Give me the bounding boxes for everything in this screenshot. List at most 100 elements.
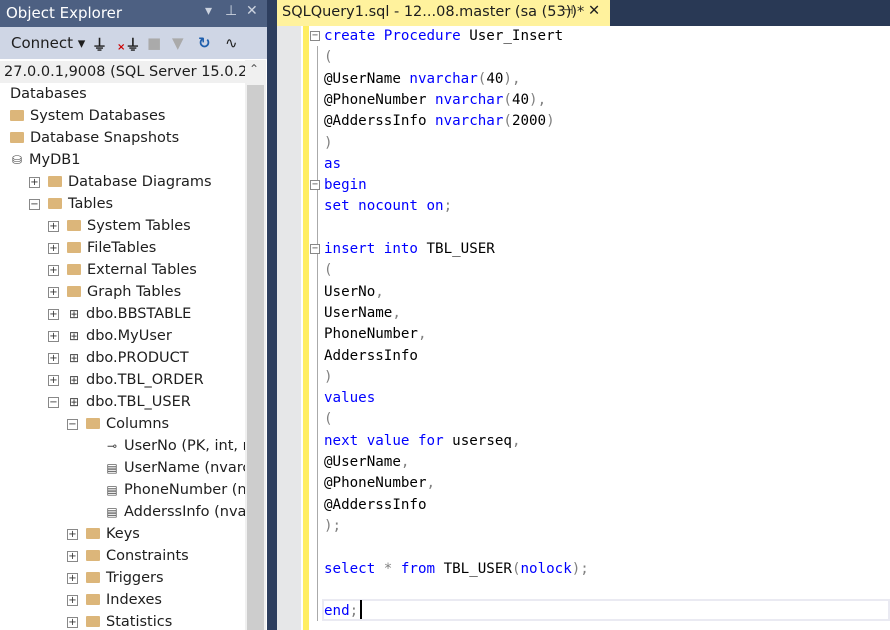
panel-splitter[interactable] [267, 0, 277, 630]
close-tab-icon[interactable]: ✕ [588, 3, 600, 19]
tree-node-label: FileTables [87, 240, 157, 256]
expand-icon[interactable]: + [48, 221, 59, 232]
filter-icon[interactable]: ▼ [172, 34, 184, 52]
expand-icon[interactable]: + [48, 287, 59, 298]
tree-node-label: Tables [68, 196, 114, 212]
tree-node[interactable]: ▤ UserName (nvarchar [105, 457, 245, 479]
tree-node[interactable]: + Statistics [67, 611, 173, 630]
tab-sqlquery1[interactable]: SQLQuery1.sql - 12...08.master (sa (53))… [277, 0, 610, 26]
tree-node[interactable]: + ⊞ dbo.PRODUCT [48, 347, 189, 369]
code-token: select [324, 560, 376, 577]
code-line: set nocount on; [324, 196, 452, 217]
pin-icon[interactable]: ⊥ [225, 3, 237, 19]
code-token: @PhoneNumber [324, 475, 427, 492]
tree-node[interactable]: − ⊞ dbo.TBL_USER [48, 391, 191, 413]
object-explorer-titlebar: Object Explorer ▾ ⊥ ✕ [0, 0, 267, 27]
code-line: end; [324, 601, 358, 622]
tree-node[interactable]: ⛁ MyDB1 [10, 149, 80, 171]
tree-node-label: PhoneNumber (nvar [124, 482, 245, 498]
activity-monitor-icon[interactable]: ∿ [225, 34, 238, 52]
code-token: 40 [511, 91, 530, 108]
refresh-icon[interactable]: ↻ [198, 34, 211, 52]
tree-node[interactable]: ⊸ UserNo (PK, int, not [105, 435, 245, 457]
code-token: insert [324, 241, 376, 257]
column-icon: ▤ [106, 461, 118, 475]
code-token: Procedure [383, 28, 461, 44]
collapse-icon[interactable]: − [29, 199, 40, 210]
tree-node[interactable]: + Triggers [67, 567, 164, 589]
tree-node[interactable]: ▤ PhoneNumber (nvar [105, 479, 245, 501]
sql-editor[interactable]: − create Procedure User_Insert(@UserName … [277, 26, 890, 630]
expand-icon[interactable]: + [67, 551, 78, 562]
expand-icon[interactable]: + [48, 243, 59, 254]
tree-node[interactable]: Database Snapshots [10, 127, 179, 149]
expand-icon[interactable]: + [67, 573, 78, 584]
code-line: ); [324, 516, 341, 537]
expand-icon[interactable]: + [48, 353, 59, 364]
tree-node[interactable]: + Constraints [67, 545, 189, 567]
tree-node[interactable]: System Databases [10, 105, 165, 127]
folder-icon [67, 264, 81, 275]
collapse-icon[interactable]: − [67, 419, 78, 430]
code-line: ( [324, 47, 333, 68]
close-icon[interactable]: ✕ [246, 3, 258, 19]
tree-node[interactable]: − Columns [67, 413, 169, 435]
code-token: @UserName [324, 454, 401, 470]
object-explorer-panel: Object Explorer ▾ ⊥ ✕ Connect ▾ ⏚ ×⏚ ■ ▼… [0, 0, 267, 630]
tree-node[interactable]: + Graph Tables [48, 281, 181, 303]
tree-node[interactable]: + ⊞ dbo.BBSTABLE [48, 303, 191, 325]
dropdown-icon[interactable]: ▾ [205, 3, 212, 19]
tree-node[interactable]: + ⊞ dbo.MyUser [48, 325, 172, 347]
connect-plug-icon[interactable]: ⏚ [92, 34, 107, 55]
disconnect-icon[interactable]: ×⏚ [117, 34, 140, 55]
code-token: ( [503, 113, 512, 130]
expand-icon[interactable]: + [48, 331, 59, 342]
code-line: @PhoneNumber, [324, 473, 435, 494]
expand-icon[interactable]: + [29, 177, 40, 188]
table-icon: ⊞ [68, 307, 80, 321]
tree-node-label: Statistics [106, 614, 173, 630]
tree-node[interactable]: + Indexes [67, 589, 162, 611]
code-token: value [366, 432, 410, 449]
expand-icon[interactable]: + [48, 265, 59, 276]
code-token: @AdderssInfo [324, 496, 427, 513]
server-node[interactable]: 27.0.0.1,9008 (SQL Server 15.0.2000 - [0, 61, 245, 83]
connect-button[interactable]: Connect ▾ [11, 34, 85, 52]
code-token: TBL_USER [435, 560, 512, 577]
pin-icon[interactable]: ⊣ [563, 3, 573, 17]
tree-node[interactable]: − Tables [29, 193, 114, 215]
database-icon: ⛁ [11, 153, 23, 167]
collapse-region-icon[interactable]: − [310, 31, 320, 41]
tree-node[interactable]: + Database Diagrams [29, 171, 212, 193]
code-token: nolock [520, 560, 572, 577]
tree-node[interactable]: Databases [10, 83, 87, 105]
connect-label: Connect [11, 34, 74, 52]
expand-icon[interactable]: + [48, 375, 59, 386]
tree-node[interactable]: + ⊞ dbo.TBL_ORDER [48, 369, 204, 391]
expand-icon[interactable]: + [67, 595, 78, 606]
expand-icon[interactable]: + [67, 617, 78, 628]
code-token: ( [324, 262, 333, 279]
collapse-icon[interactable]: − [48, 397, 59, 408]
tree-node[interactable]: + System Tables [48, 215, 191, 237]
tree-node-label: dbo.PRODUCT [86, 350, 189, 366]
stop-icon[interactable]: ■ [147, 34, 161, 52]
tree-node-label: Database Snapshots [30, 130, 180, 146]
tree-node-label: Triggers [106, 570, 164, 586]
code-line: ) [324, 133, 333, 154]
tree-node[interactable]: + Keys [67, 523, 140, 545]
collapse-region-icon[interactable]: − [310, 244, 320, 254]
code-line: @PhoneNumber nvarchar(40), [324, 90, 546, 111]
object-explorer-toolbar: Connect ▾ ⏚ ×⏚ ■ ▼ ↻ ∿ [0, 27, 267, 59]
code-line: UserNo, [324, 282, 384, 303]
tree-node[interactable]: ▤ AdderssInfo (nvarcha [105, 501, 245, 523]
tree-node[interactable]: + FileTables [48, 237, 157, 259]
tree-scrollbar-thumb[interactable] [247, 85, 264, 630]
tree-node[interactable]: + External Tables [48, 259, 197, 281]
collapse-region-icon[interactable]: − [310, 180, 320, 191]
code-token: @AdderssInfo [324, 113, 436, 130]
code-token: UserNo [324, 283, 376, 300]
expand-icon[interactable]: + [67, 529, 78, 540]
expand-icon[interactable]: + [48, 309, 59, 320]
scroll-up-icon[interactable]: ⌃ [249, 62, 259, 76]
